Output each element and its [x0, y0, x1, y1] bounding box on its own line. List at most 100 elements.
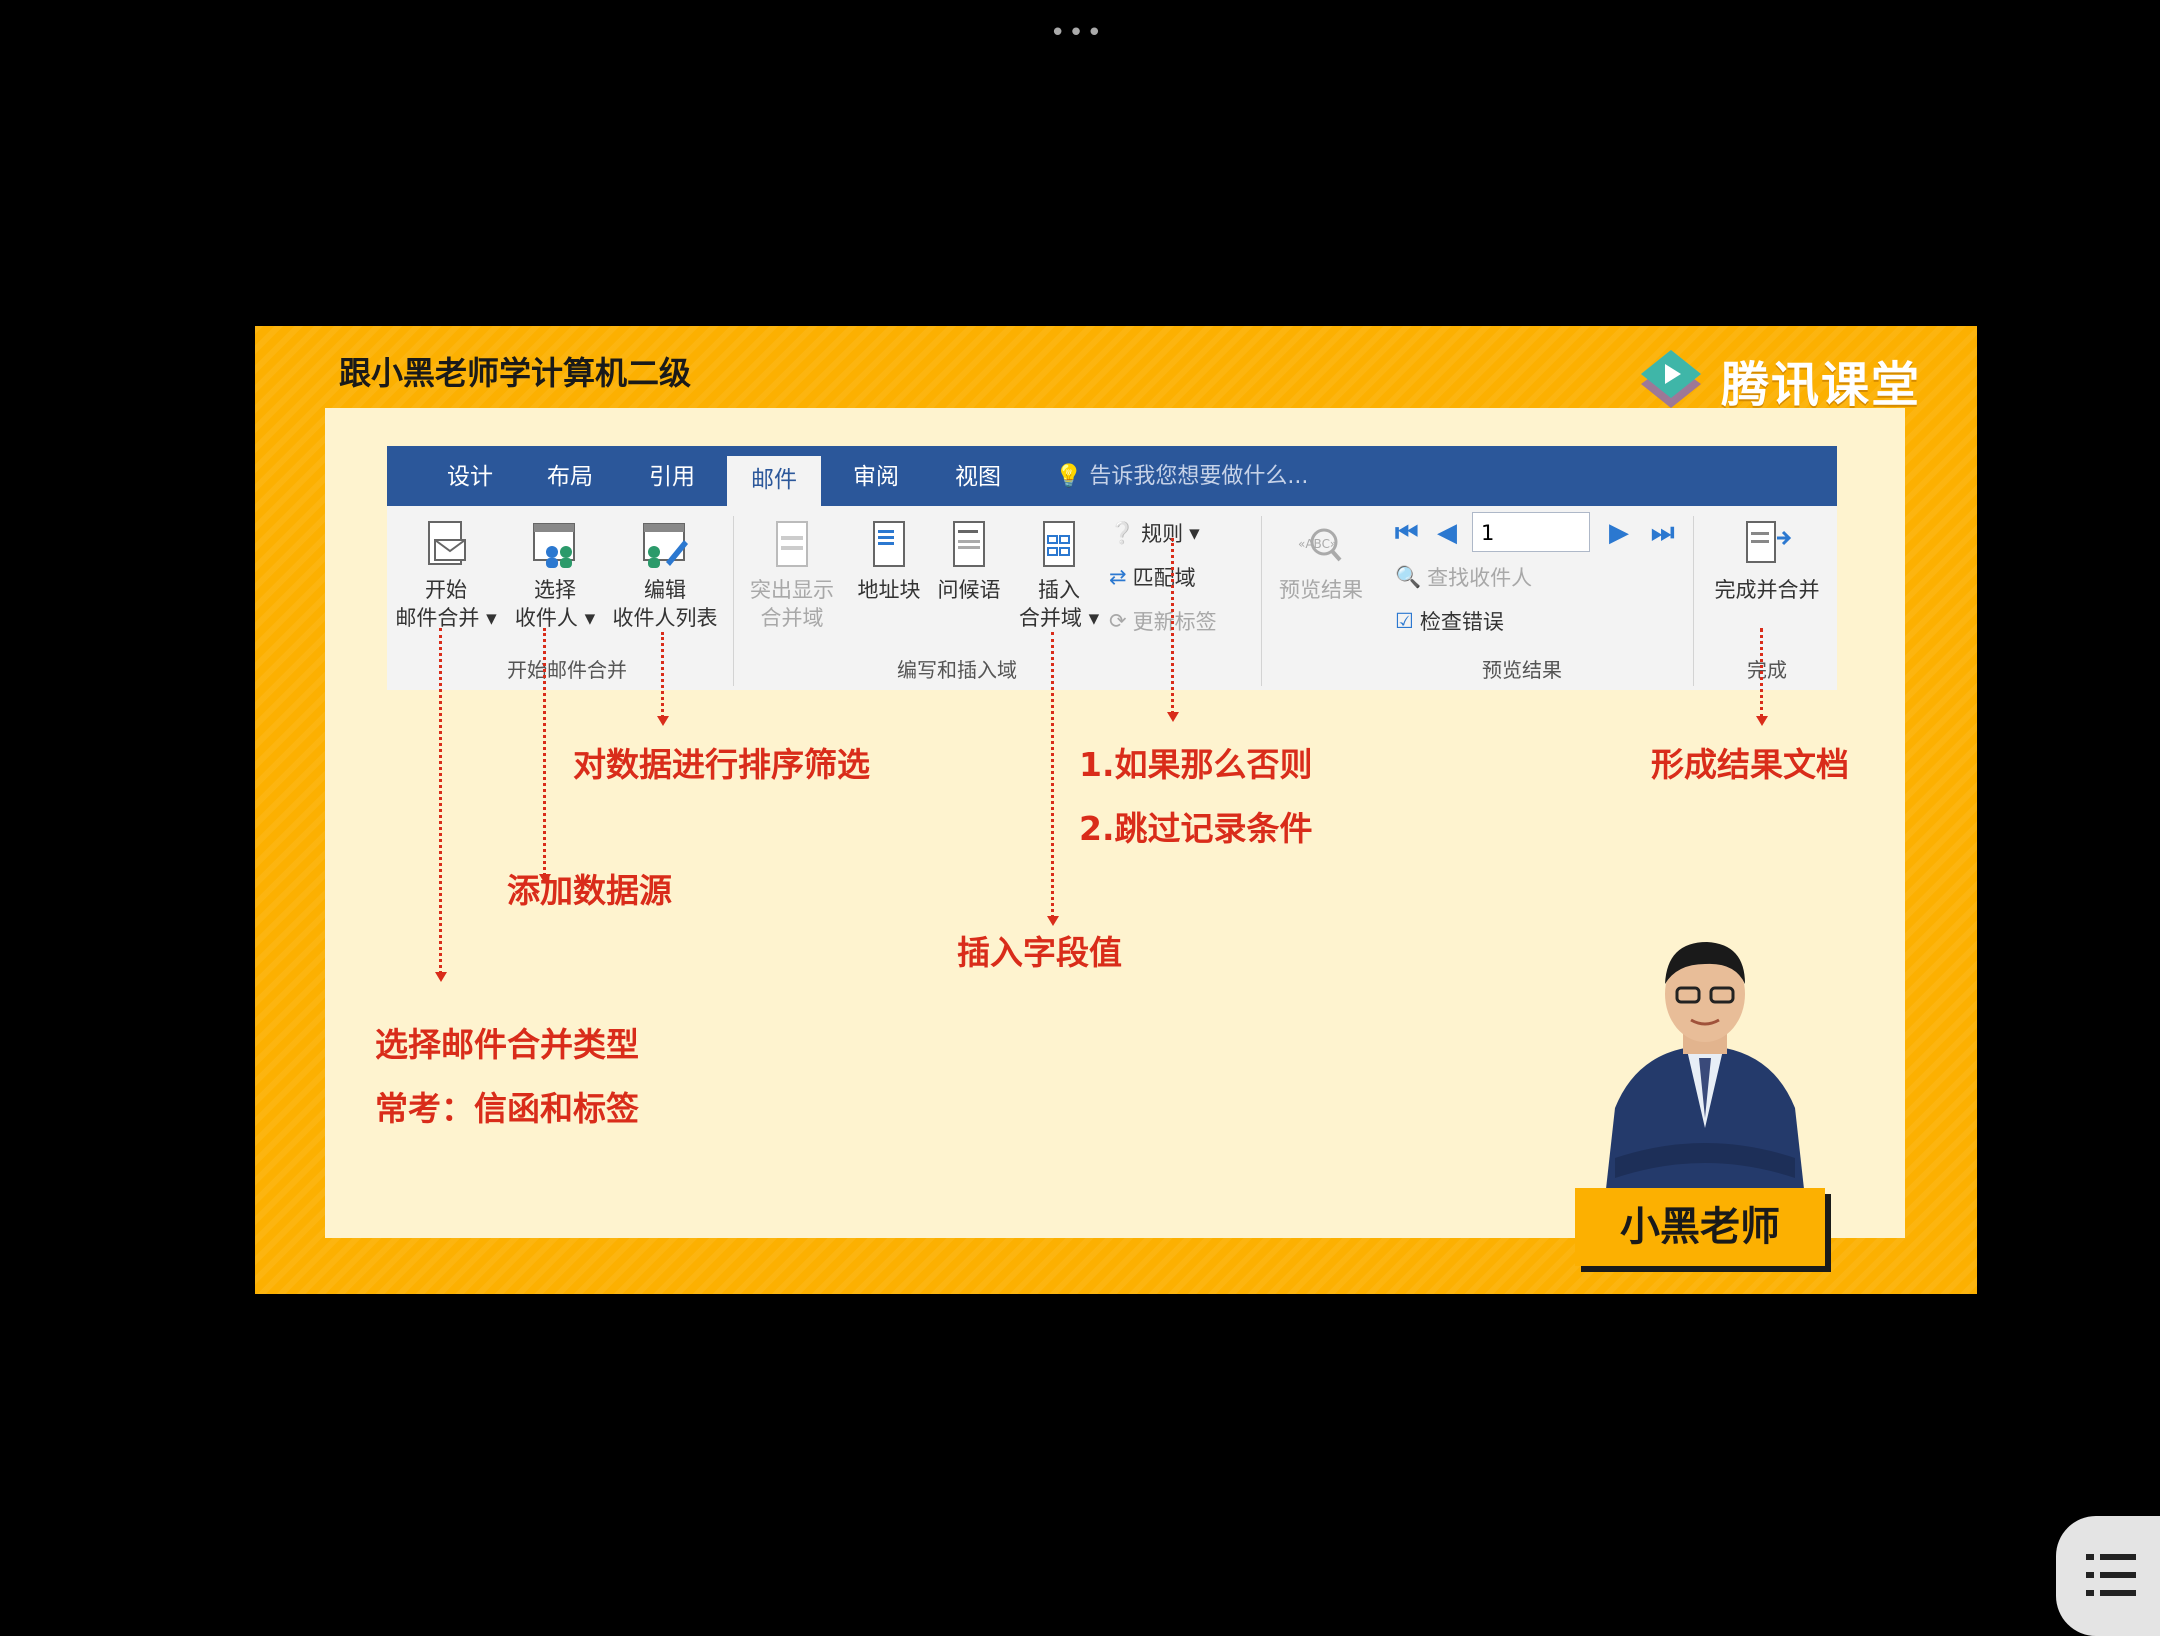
- record-number-field[interactable]: 1: [1472, 512, 1590, 552]
- window-dots-handle[interactable]: •••: [1050, 18, 1105, 48]
- group-separator: [1693, 516, 1694, 686]
- brand-name: 腾讯课堂: [1720, 357, 1921, 413]
- preview-magnifier-icon: «ABC»: [1298, 528, 1342, 562]
- arrow-rules: [1167, 538, 1179, 722]
- find-recipient-button[interactable]: 🔍 查找收件人: [1395, 562, 1532, 592]
- annotation-merge-type: 选择邮件合并类型: [375, 1025, 639, 1064]
- tab-view[interactable]: 视图: [955, 446, 1001, 506]
- update-labels-button[interactable]: ⟳ 更新标签: [1109, 606, 1217, 636]
- chevron-down-icon: ▾: [1189, 521, 1200, 545]
- annotation-rule1: 1.如果那么否则: [1079, 745, 1313, 784]
- find-recipient-label: 查找收件人: [1427, 566, 1533, 590]
- menu-button[interactable]: [2056, 1516, 2160, 1636]
- greeting-line-label: 问候语: [937, 578, 1001, 602]
- insert-field-line1: 插入: [1038, 578, 1080, 602]
- greeting-line-icon: [953, 521, 985, 567]
- match-fields-button[interactable]: ⇄ 匹配域: [1109, 562, 1196, 592]
- group-label-write-insert: 编写和插入域: [897, 658, 1017, 682]
- ribbon-tab-bar: 设计 布局 引用 邮件 审阅 视图 💡 告诉我您想要做什么...: [387, 446, 1837, 506]
- tell-me-search[interactable]: 💡 告诉我您想要做什么...: [1055, 446, 1308, 506]
- arrow-select-recipients: [539, 628, 551, 884]
- tab-design[interactable]: 设计: [447, 446, 493, 506]
- insert-field-line2: 合并域: [1018, 606, 1082, 630]
- annotation-common: 常考：信函和标签: [375, 1089, 639, 1128]
- select-recipients-line1: 选择: [534, 578, 576, 602]
- preview-results-label: 预览结果: [1279, 578, 1363, 602]
- annotation-sort-filter: 对数据进行排序筛选: [573, 745, 870, 784]
- group-label-finish: 完成: [1747, 658, 1787, 682]
- select-recipients-line2: 收件人: [514, 606, 578, 630]
- slide-content-panel: 设计 布局 引用 邮件 审阅 视图 💡 告诉我您想要做什么... 开始 邮件合并…: [325, 408, 1905, 1266]
- brand: 腾讯课堂: [1635, 344, 1921, 416]
- finish-merge-button[interactable]: 完成并合并: [1697, 518, 1837, 604]
- rules-label: 规则: [1141, 522, 1184, 546]
- address-block-button[interactable]: 地址块: [847, 518, 931, 604]
- first-record-icon[interactable]: ⏮: [1395, 518, 1418, 549]
- insert-merge-field-icon: [1043, 521, 1075, 567]
- address-block-icon: [873, 521, 905, 567]
- word-ribbon: 设计 布局 引用 邮件 审阅 视图 💡 告诉我您想要做什么... 开始 邮件合并…: [387, 446, 1837, 690]
- address-block-label: 地址块: [857, 578, 921, 602]
- highlight-fields-icon: [776, 521, 808, 567]
- check-errors-button[interactable]: ☑ 检查错误: [1395, 606, 1504, 636]
- find-icon: 🔍: [1395, 564, 1422, 589]
- rules-button[interactable]: ❔ 规则 ▾: [1109, 518, 1200, 548]
- tell-me-text: 告诉我您想要做什么...: [1089, 464, 1309, 489]
- match-fields-icon: ⇄: [1109, 565, 1127, 589]
- edit-recipient-list-button[interactable]: 编辑 收件人列表: [603, 518, 727, 632]
- update-labels-label: 更新标签: [1132, 610, 1217, 634]
- start-merge-line1: 开始: [425, 578, 467, 602]
- teacher-avatar: [1605, 942, 1805, 1198]
- tab-references[interactable]: 引用: [649, 446, 695, 506]
- previous-record-icon[interactable]: ◀: [1437, 518, 1457, 548]
- chevron-down-icon: ▾: [1088, 606, 1100, 630]
- preview-results-button[interactable]: «ABC» 预览结果: [1269, 518, 1373, 604]
- group-separator: [733, 516, 734, 686]
- greeting-line-button[interactable]: 问候语: [927, 518, 1011, 604]
- annotation-rule2: 2.跳过记录条件: [1079, 809, 1313, 848]
- refresh-icon: ⟳: [1109, 609, 1127, 633]
- select-recipients-button[interactable]: 选择 收件人 ▾: [505, 518, 605, 632]
- tab-layout[interactable]: 布局: [547, 446, 593, 506]
- tencent-classroom-logo-icon: [1640, 350, 1701, 408]
- insert-merge-field-button[interactable]: 插入 合并域 ▾: [1009, 518, 1109, 632]
- lightbulb-icon: 💡: [1055, 464, 1083, 489]
- rules-icon: ❔: [1109, 520, 1136, 545]
- check-doc-icon: ☑: [1395, 609, 1414, 633]
- annotation-add-source: 添加数据源: [507, 871, 672, 910]
- svg-text:«ABC»: «ABC»: [1298, 537, 1337, 551]
- match-fields-label: 匹配域: [1132, 566, 1196, 590]
- finish-merge-icon: [1746, 521, 1792, 563]
- arrow-insert-field: [1047, 632, 1059, 926]
- edit-recipients-line1: 编辑: [644, 578, 686, 602]
- finish-merge-label: 完成并合并: [1714, 578, 1820, 602]
- highlight-line1: 突出显示: [750, 578, 834, 602]
- start-mail-merge-button[interactable]: 开始 邮件合并 ▾: [391, 518, 501, 632]
- select-recipients-icon: [533, 523, 575, 568]
- arrow-start-merge: [435, 628, 447, 982]
- list-menu-icon: [2086, 1554, 2136, 1596]
- check-errors-label: 检查错误: [1419, 610, 1504, 634]
- annotation-result-doc: 形成结果文档: [1651, 745, 1849, 784]
- last-record-icon[interactable]: ⏭: [1651, 518, 1674, 549]
- slide-frame: 跟小黑老师学计算机二级 腾讯课堂 设计 布局 引用 邮件 审阅 视图 💡 告诉我…: [255, 326, 1977, 1294]
- start-merge-line2: 邮件合并: [395, 606, 480, 630]
- tab-review[interactable]: 审阅: [853, 446, 899, 506]
- group-label-start: 开始邮件合并: [507, 658, 627, 682]
- group-label-preview: 预览结果: [1482, 658, 1562, 682]
- edit-recipients-icon: [643, 523, 688, 568]
- tab-mailings[interactable]: 邮件: [727, 456, 821, 506]
- arrow-edit-recipients: [657, 632, 669, 726]
- edit-recipients-line2: 收件人列表: [612, 606, 718, 630]
- teacher-nameplate: 小黑老师: [1575, 1188, 1825, 1266]
- chevron-down-icon: ▾: [584, 606, 596, 630]
- annotation-insert-field: 插入字段值: [957, 933, 1122, 972]
- mail-merge-doc-icon: [428, 521, 466, 565]
- chevron-down-icon: ▾: [486, 606, 497, 630]
- highlight-merge-fields-button[interactable]: 突出显示 合并域: [737, 518, 847, 632]
- arrow-finish: [1756, 628, 1768, 726]
- group-separator: [1261, 516, 1262, 686]
- course-title: 跟小黑老师学计算机二级: [339, 354, 692, 392]
- highlight-line2: 合并域: [760, 606, 824, 630]
- next-record-icon[interactable]: ▶: [1609, 518, 1629, 548]
